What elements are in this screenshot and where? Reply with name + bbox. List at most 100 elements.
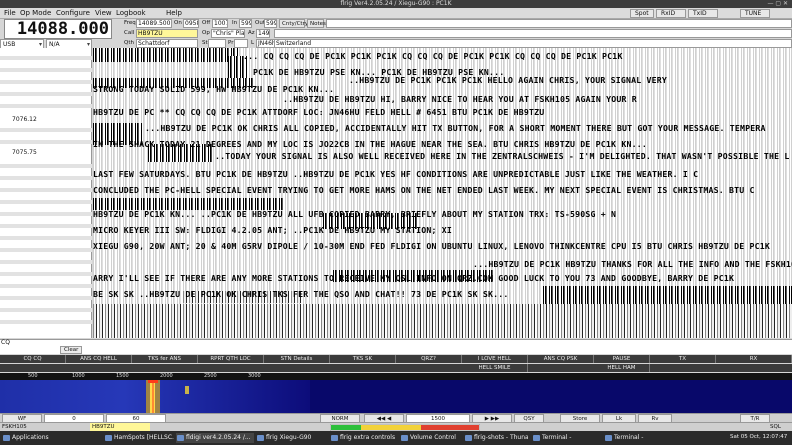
macro-button[interactable]: RPRT QTH LOC — [198, 355, 264, 363]
az-label: Az — [248, 30, 255, 36]
taskbar-clock: Sat 05 Oct, 12:07:47 — [730, 434, 788, 440]
macro-button[interactable]: CQ CQ — [0, 355, 66, 363]
freq-marker-2: 7075.75 — [12, 149, 37, 156]
province-label: Pr — [228, 40, 234, 46]
rst-in-field[interactable]: 599 — [239, 19, 252, 28]
macro-button[interactable]: TX — [650, 355, 716, 363]
on-time-field[interactable]: 0958 — [183, 19, 199, 28]
rx-line: IN THE SHACK TODAY 21 DEGREES AND MY LOC… — [93, 139, 647, 149]
signal-meter — [330, 424, 480, 431]
qth-field[interactable]: Schattdorf — [136, 39, 198, 48]
freq-label: Freq — [124, 20, 136, 26]
op-label: Op — [202, 30, 210, 36]
taskbar-item[interactable]: flrig Xiegu-G90 — [256, 433, 326, 443]
rx-line: STRONG TODAY SOLID 599, HW HB9TZU DE PC1… — [93, 84, 335, 94]
call-field[interactable]: HB9TZU — [136, 29, 198, 38]
waterfall-display[interactable] — [0, 380, 792, 413]
rx-line: ARRY I'LL SEE IF THERE ARE ANY MORE STAT… — [93, 273, 735, 283]
state-field[interactable] — [208, 39, 226, 48]
rx-line: ..TODAY YOUR SIGNAL IS ALSO WELL RECEIVE… — [215, 151, 790, 161]
rx-noise-block — [93, 48, 238, 62]
rx-line: ..HB9TZU DE HB9TZU HI, BARRY NICE TO HEA… — [283, 94, 637, 104]
menu-configure[interactable]: Configure — [56, 9, 90, 17]
waterfall-scale: 500 1000 1500 2000 2500 3000 — [0, 373, 792, 380]
macro-button[interactable]: TKS fer ANS — [132, 355, 198, 363]
taskbar-item[interactable]: flrig-shots - Thunar — [464, 433, 528, 443]
rx-text-pane[interactable]: ... CQ CQ CQ DE PC1K PC1K PC1K CQ CQ CQ … — [93, 48, 792, 338]
qth-label: Qth — [124, 40, 134, 46]
rx-line: ..HB9TZU DE PC1K PC1K PC1K HELLO AGAIN C… — [349, 75, 668, 85]
txid-button[interactable]: TxID — [688, 9, 718, 18]
macro-button[interactable]: ANS CQ PSK — [528, 355, 594, 363]
rst-in-label: In — [232, 20, 238, 26]
macro-button[interactable]: PAUSE — [594, 355, 650, 363]
rx-line: MICRO KEYER III SW: FLDIGI 4.2.05 ANT; .… — [93, 225, 453, 235]
rx-line: BE SK SK ..HB9TZU DE PC1K OK CHRIS TKS F… — [93, 289, 509, 299]
rx-line: HB9TZU DE PC ** CQ CQ CQ DE PC1K ATTDORF… — [93, 107, 545, 117]
clear-button[interactable]: Clear — [60, 346, 83, 354]
macro-button[interactable]: RX — [716, 355, 792, 363]
country-field[interactable]: Switzerland — [274, 39, 792, 48]
province-field[interactable] — [234, 39, 248, 48]
freq-field[interactable]: 14089.500 — [136, 19, 172, 28]
menu-file[interactable]: File — [4, 9, 16, 17]
rx-line: ...HB9TZU DE PC1K OK CHRIS ALL COPIED, A… — [145, 123, 766, 133]
state-label: St — [202, 40, 208, 46]
taskbar-item[interactable]: Terminal - — [532, 433, 582, 443]
menu-bar: File Op Mode Configure View Logbook Help… — [0, 8, 792, 19]
applications-menu[interactable]: Applications — [2, 433, 54, 443]
rxid-button[interactable]: RxID — [656, 9, 686, 18]
off-label: Off — [202, 20, 211, 26]
rx-noise-block — [93, 304, 792, 338]
tune-button[interactable]: TUNE — [740, 9, 770, 18]
notes-field[interactable] — [326, 19, 792, 28]
macro-button[interactable]: STN Details — [264, 355, 330, 363]
log-extra-field[interactable] — [274, 29, 792, 38]
rx-noise-block — [543, 286, 792, 304]
menu-logbook[interactable]: Logbook — [116, 9, 146, 17]
rx-line: LAST FEW SATURDAYS. BTU PC1K DE HB9TZU .… — [93, 169, 699, 179]
rx-line: XIEGU G90, 20W ANT; 20 & 40M G5RV DIPOLE… — [93, 241, 771, 251]
macro-button[interactable]: QRZ? — [396, 355, 462, 363]
rig-frequency-display[interactable]: 14088.000 — [4, 19, 112, 39]
macro-button[interactable]: TKS SK — [330, 355, 396, 363]
macro-button[interactable]: I LOVE HELL — [462, 355, 528, 363]
macro-bar-1: CQ CQ ANS CQ HELL TKS fer ANS RPRT QTH L… — [0, 355, 792, 363]
off-time-field[interactable]: 1007 — [212, 19, 228, 28]
rx-line: CONCLUDED THE PC-HELL SPECIAL EVENT TRYI… — [93, 185, 755, 195]
scale-tick: 2000 — [160, 373, 173, 379]
on-label: On — [174, 20, 182, 26]
scale-tick: 500 — [28, 373, 38, 379]
taskbar-item[interactable]: flrig extra controls — [330, 433, 396, 443]
notes-button[interactable]: Notes — [307, 19, 326, 28]
taskbar-item[interactable]: HamSpots [HELLSC... — [104, 433, 174, 443]
op-name-field[interactable]: "Chris" Planzer — [211, 29, 245, 38]
rst-out-field[interactable]: 599 — [264, 19, 277, 28]
menu-view[interactable]: View — [95, 9, 112, 17]
rx-line: ...HB9TZU DE PC1K HB9TZU THANKS FOR ALL … — [473, 259, 792, 269]
macro-button[interactable]: ANS CQ HELL — [66, 355, 132, 363]
window-controls[interactable]: — ▢ ✕ — [767, 0, 788, 8]
rx-line: HB9TZU DE PC1K KN... ..PC1K DE HB9TZU AL… — [93, 209, 617, 219]
window-titlebar: flrig Ver4.2.05.24 / Xiegu-G90 : PC1K — … — [0, 0, 792, 8]
scale-tick: 1000 — [72, 373, 85, 379]
macro-button[interactable]: HELL SMILE — [462, 364, 528, 372]
frequency-analysis-panel[interactable]: 7076.12 7075.75 — [0, 48, 92, 338]
waterfall-graphic — [0, 380, 792, 413]
azimuth-field[interactable]: 149 — [256, 29, 270, 38]
spot-button[interactable]: Spot — [630, 9, 654, 18]
taskbar: Applications HamSpots [HELLSC... fldigi … — [0, 431, 792, 445]
waterfall-controls: WF 0 60 NORM ◀◀ ◀ 1500 ▶ ▶▶ QSY Store Lk… — [0, 413, 792, 423]
menu-help[interactable]: Help — [166, 9, 182, 17]
taskbar-item[interactable]: Terminal - — [604, 433, 658, 443]
tx-text-pane[interactable] — [0, 339, 792, 354]
cnty-ctry-button[interactable]: Cnty/Ctry — [279, 19, 308, 28]
taskbar-item[interactable]: Volume Control — [400, 433, 460, 443]
scale-tick: 1500 — [116, 373, 129, 379]
taskbar-item[interactable]: fldigi ver4.2.05.24 /... — [176, 433, 254, 443]
menu-op-mode[interactable]: Op Mode — [20, 9, 51, 17]
macro-button[interactable]: HELL HAM — [594, 364, 650, 372]
rx-line: ... CQ CQ CQ DE PC1K PC1K PC1K CQ CQ CQ … — [243, 51, 623, 61]
scale-tick: 2500 — [204, 373, 217, 379]
status-bar: FSKH105 HB9TZU SQL — [0, 422, 792, 432]
